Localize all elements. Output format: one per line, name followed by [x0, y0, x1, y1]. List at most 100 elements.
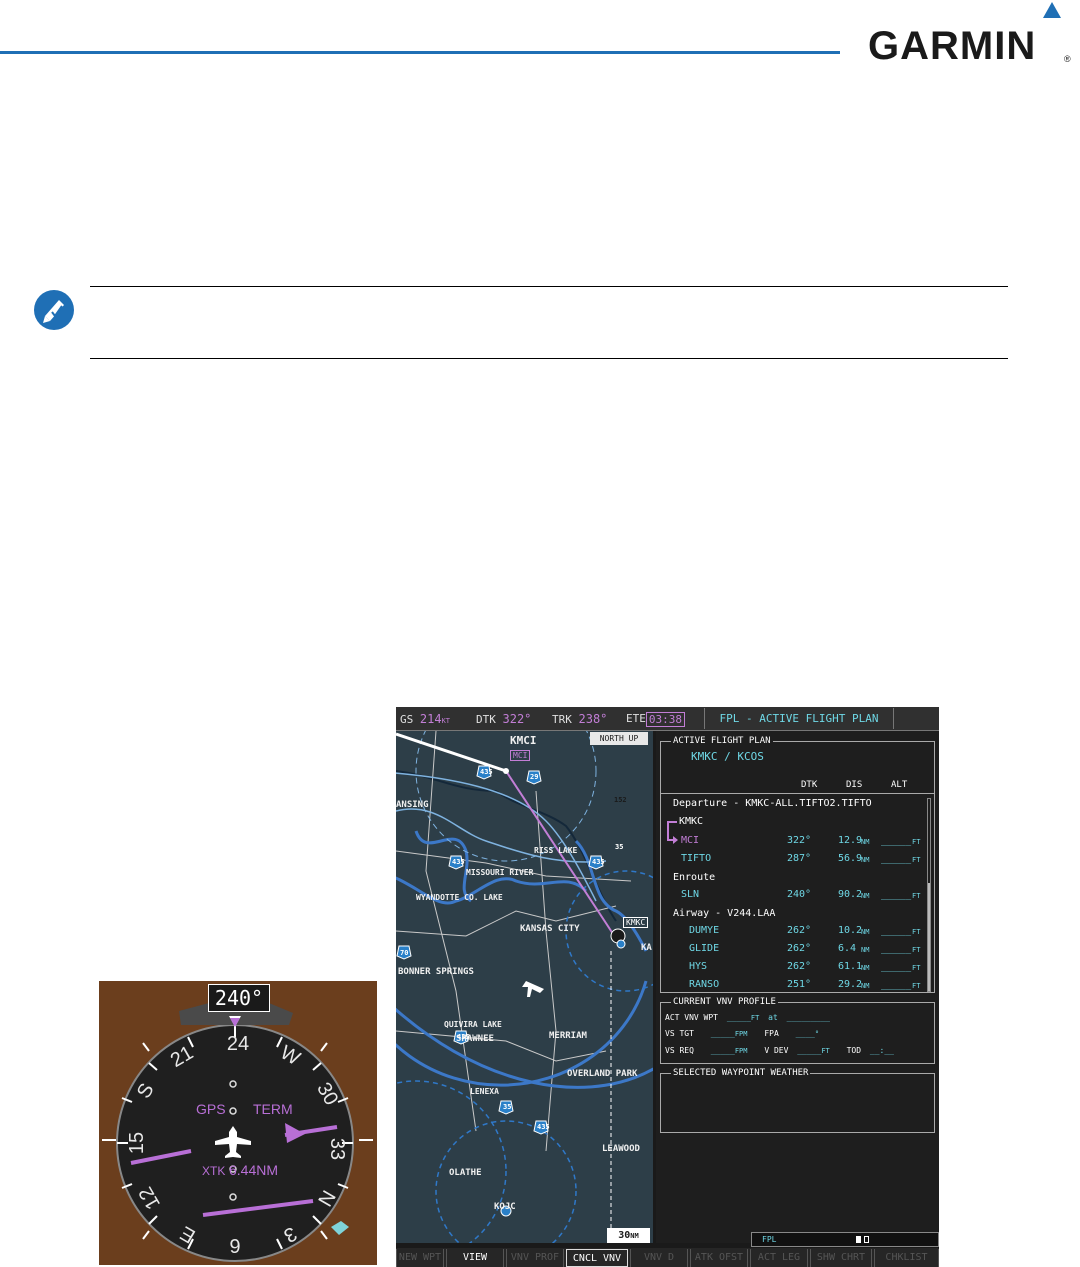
fpl-leg-waypoint: HYS: [689, 961, 708, 972]
dtk-label: DTK: [476, 713, 496, 726]
vnv-vs-req-unit: FPM: [734, 1047, 748, 1055]
map-label-merriam: MERRIAM: [549, 1031, 587, 1041]
softkey-vnv-prof[interactable]: VNV PROF: [506, 1249, 564, 1267]
waypoint-weather-box: SELECTED WAYPOINT WEATHER: [660, 1068, 935, 1133]
fpl-leg-waypoint: DUMYE: [689, 925, 720, 936]
fpl-leg-waypoint: GLIDE: [689, 943, 720, 954]
softkey-cncl-vnv[interactable]: CNCL VNV: [566, 1249, 628, 1267]
map-label-bonner-springs: BONNER SPRINGS: [398, 967, 474, 977]
vnv-vs-tgt-unit: FPM: [734, 1030, 748, 1038]
fpl-leg-dtk: 262°: [787, 943, 812, 954]
hsi-display: 24 W 30 33 N 3 6 E 12 15 S 21 240° GPS T…: [99, 981, 377, 1265]
shield-label-435c: 435: [592, 858, 605, 866]
map-orientation[interactable]: NORTH UP: [590, 732, 648, 745]
map-range-unit: NM: [630, 1232, 639, 1240]
map-label-lansing: ANSING: [396, 800, 429, 810]
softkey-chklist[interactable]: CHKLIST: [874, 1249, 939, 1267]
softkey-vnv-d[interactable]: VNV D: [630, 1249, 688, 1267]
shield-label-435d: 435: [457, 1033, 470, 1041]
logo-triangle-icon: [1043, 2, 1061, 18]
fpl-leg-distance-unit: NM: [861, 982, 870, 990]
fpl-leg-row[interactable]: GLIDE 262° 6.4 NM _____ FT: [661, 941, 926, 959]
softkey-bar: NEW WPT VIEW VNV PROF CNCL VNV VNV D ATK…: [396, 1248, 939, 1267]
fpl-leg-distance: 10.2: [838, 925, 863, 936]
waypoint-weather-title: SELECTED WAYPOINT WEATHER: [671, 1068, 811, 1078]
vnv-vs-tgt: _____: [710, 1029, 735, 1038]
softkey-view[interactable]: VIEW: [446, 1249, 504, 1267]
map-range[interactable]: 30NM: [607, 1228, 650, 1243]
fpl-leg-waypoint: RANSO: [689, 979, 720, 990]
vnv-vdev-unit: FT: [821, 1047, 830, 1055]
shield-label-435a: 435: [480, 768, 493, 776]
fpl-leg-dtk: 262°: [787, 961, 812, 972]
departure-label[interactable]: Departure - KMKC-ALL.TIFTO2.TIFTO: [673, 798, 872, 809]
shield-label-70: 70: [400, 949, 409, 957]
fpl-page-indicator-icon: [856, 1236, 861, 1243]
hsi-label-24: 24: [227, 1033, 249, 1055]
fpl-leg-distance: 6.4: [838, 943, 857, 954]
vnv-vdev-label: V DEV: [764, 1046, 789, 1055]
vnv-act-alt: _____: [726, 1013, 751, 1022]
vnv-vs-tgt-label: VS TGT: [665, 1029, 694, 1038]
fpl-leg-altitude: _____: [881, 889, 912, 900]
mfd-screen: GS 214KT DTK 322° TRK 238° ETE 03:38 FPL …: [396, 707, 939, 1267]
note-bottom-rule: [90, 358, 1008, 359]
map-label-riss-lake: RISS LAKE: [534, 846, 578, 855]
enroute-label[interactable]: Enroute: [673, 872, 715, 883]
hsi-compass-graphic: 24 W 30 33 N 3 6 E 12 15 S 21: [102, 1003, 373, 1262]
fpl-leg-row[interactable]: HYS 262° 61.1 NM _____ FT: [661, 959, 926, 977]
fpl-leg-altitude-unit: FT: [912, 892, 921, 900]
vnv-act-label: ACT VNV WPT: [665, 1013, 718, 1022]
fpl-leg-waypoint: TIFTO: [681, 853, 712, 864]
logo-registered-mark: ®: [1064, 54, 1071, 64]
dtk-field: DTK 322°: [476, 712, 531, 726]
softkey-act-leg[interactable]: ACT LEG: [750, 1249, 808, 1267]
vnv-row-tgt: VS TGT _____FPM FPA ____°: [665, 1029, 819, 1038]
ete-field: ETE 03:38: [626, 712, 685, 727]
fpl-leg-dtk: 322°: [787, 835, 812, 846]
softkey-new-wpt[interactable]: NEW WPT: [396, 1249, 444, 1267]
fpl-leg-distance: 61.1: [838, 961, 863, 972]
softkey-shw-chrt[interactable]: SHW CHRT: [810, 1249, 872, 1267]
fpl-divider: [661, 793, 934, 794]
fpl-leg-distance: 56.9: [838, 853, 863, 864]
fpl-leg-row[interactable]: SLN 240° 90.2 NM _____ FT: [661, 887, 926, 905]
vnv-act-alt-unit: FT: [750, 1014, 760, 1022]
map-graphic: [396, 731, 653, 1243]
map-label-kojc: KOJC: [494, 1202, 516, 1212]
heading-value: 240°: [214, 986, 264, 1010]
fpl-leg-distance-unit: NM: [861, 856, 870, 864]
fpl-leg-altitude: _____: [881, 853, 912, 864]
fpl-leg-row[interactable]: RANSO 251° 29.2 NM _____ FT: [661, 977, 926, 995]
nav-source-label: GPS: [196, 1101, 226, 1117]
logo-text: GARMIN: [868, 24, 1037, 68]
fpl-leg-dtk: 287°: [787, 853, 812, 864]
vnv-vs-req: _____: [710, 1046, 735, 1055]
fpl-leg-dtk: 240°: [787, 889, 812, 900]
shield-label-29: 29: [530, 773, 539, 781]
fpl-leg-row[interactable]: TIFTO 287° 56.9 NM _____ FT: [661, 851, 926, 869]
fpl-leg-distance-unit: NM: [861, 946, 870, 954]
route-label[interactable]: KMKC / KCOS: [691, 750, 764, 763]
fpl-leg-row[interactable]: DUMYE 262° 10.2 NM _____ FT: [661, 923, 926, 941]
map-label-wyandotte: WYANDOTTE CO. LAKE: [416, 893, 503, 902]
fpl-scrollbar[interactable]: [927, 798, 931, 992]
map-label-missouri-river: MISSOURI RIVER: [466, 868, 534, 877]
softkey-atk-ofst[interactable]: ATK OFST: [690, 1249, 748, 1267]
map-label-overland-park: OVERLAND PARK: [567, 1069, 638, 1079]
airway-label[interactable]: Airway - V244.LAA: [673, 908, 775, 919]
vnv-at: at: [768, 1013, 778, 1022]
fpl-leg-altitude: _____: [881, 835, 912, 846]
flight-phase-label: TERM: [253, 1101, 293, 1117]
garmin-logo: GARMIN ®: [868, 2, 1074, 68]
col-dis: DIS: [846, 780, 863, 790]
vnv-row-act: ACT VNV WPT _____FT at _________: [665, 1013, 830, 1022]
map-label-mci: MCI: [510, 750, 531, 761]
fpl-leg-distance-unit: NM: [861, 964, 870, 972]
fpl-leg-distance: 29.2: [838, 979, 863, 990]
fpl-leg-row[interactable]: MCI 322° 12.9 NM _____ FT: [661, 833, 926, 851]
fpl-leg-waypoint: SLN: [681, 889, 700, 900]
origin-label[interactable]: KMKC: [679, 816, 703, 827]
navigation-map[interactable]: NORTH UP KMCI MCI ANSING RISS LAKE MISSO…: [396, 731, 653, 1243]
vnv-vs-req-label: VS REQ: [665, 1046, 694, 1055]
